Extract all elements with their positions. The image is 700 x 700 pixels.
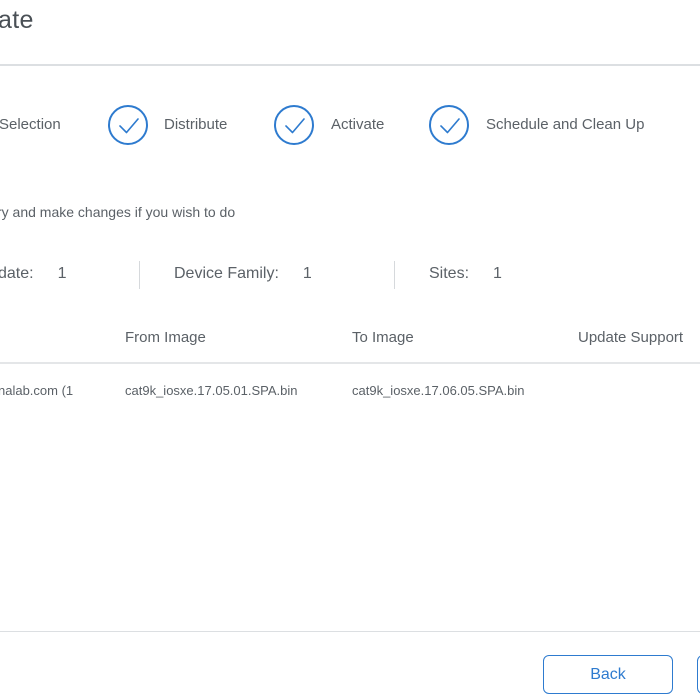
summary-sites: Sites: 1 [429, 265, 502, 283]
header-divider [0, 64, 700, 66]
step-label: Selection [0, 116, 61, 133]
back-button[interactable]: Back [543, 655, 673, 694]
to-image-cell: cat9k_iosxe.17.06.05.SPA.bin [352, 383, 525, 398]
step-label: Distribute [164, 116, 228, 133]
step-label: Activate [331, 116, 385, 133]
summary-device-family: Device Family: 1 [174, 265, 312, 283]
device-name-cell: nalab.com (1 [0, 383, 74, 398]
summary-divider [139, 261, 140, 289]
summary-divider [394, 261, 395, 289]
table-header-divider [0, 362, 700, 364]
summary-label: Sites: [429, 265, 470, 282]
check-circle-icon [274, 105, 314, 145]
page-title: ate [0, 6, 34, 34]
summary-label: Device Family: [174, 265, 279, 282]
check-circle-icon [429, 105, 469, 145]
column-header-from-image[interactable]: From Image [125, 329, 206, 346]
instruction-text: ry and make changes if you wish to do [0, 204, 236, 220]
check-circle-icon [108, 105, 148, 145]
from-image-cell: cat9k_iosxe.17.05.01.SPA.bin [125, 383, 298, 398]
summary-value: 1 [57, 265, 67, 282]
column-header-update-support[interactable]: Update Support [578, 329, 683, 346]
update-wizard: ate Selection Distribute Activate Schedu… [0, 0, 700, 700]
column-header-to-image[interactable]: To Image [352, 329, 414, 346]
summary-value: 1 [302, 265, 312, 282]
summary-value: 1 [493, 265, 502, 282]
summary-label: date: [0, 265, 34, 282]
footer-divider [0, 631, 700, 632]
summary-devices: date: 1 [0, 265, 67, 283]
step-label: Schedule and Clean Up [486, 116, 645, 133]
